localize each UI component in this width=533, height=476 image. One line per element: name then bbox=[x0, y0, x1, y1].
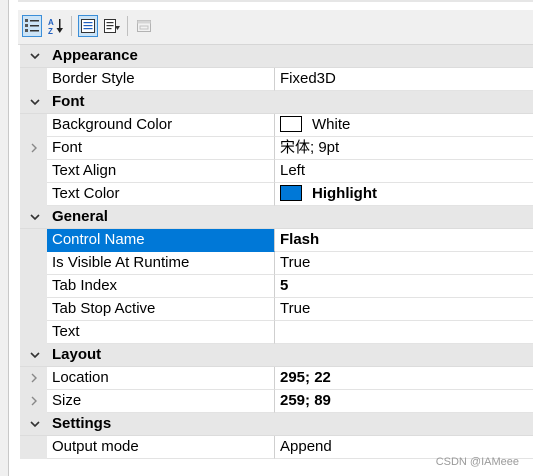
category-settings[interactable]: Settings bbox=[20, 413, 533, 436]
category-label: Settings bbox=[52, 415, 112, 432]
collapse-chevron-icon[interactable] bbox=[28, 95, 42, 109]
property-name[interactable]: Background Color bbox=[47, 114, 275, 137]
row-margin bbox=[20, 114, 47, 137]
collapse-chevron-icon[interactable] bbox=[28, 49, 42, 63]
property-row-tab-stop[interactable]: Tab Stop Active True bbox=[20, 298, 533, 321]
property-row-text-align[interactable]: Text Align Left bbox=[20, 160, 533, 183]
left-panel-divider bbox=[8, 0, 9, 476]
top-border bbox=[18, 0, 533, 2]
property-value[interactable]: Left bbox=[275, 160, 533, 183]
property-row-background-color[interactable]: Background Color White bbox=[20, 114, 533, 137]
svg-text:Z: Z bbox=[48, 27, 53, 35]
row-margin bbox=[20, 183, 47, 206]
property-name[interactable]: Font bbox=[47, 137, 275, 160]
row-margin bbox=[20, 252, 47, 275]
row-margin bbox=[20, 160, 47, 183]
property-name[interactable]: Is Visible At Runtime bbox=[47, 252, 275, 275]
property-value[interactable]: True bbox=[275, 298, 533, 321]
alphabetical-icon: A Z bbox=[48, 18, 63, 35]
collapse-chevron-icon[interactable] bbox=[28, 417, 42, 431]
property-value[interactable]: White bbox=[275, 114, 533, 137]
property-name[interactable]: Tab Stop Active bbox=[47, 298, 275, 321]
row-margin bbox=[20, 68, 47, 91]
category-layout[interactable]: Layout bbox=[20, 344, 533, 367]
property-value[interactable]: 295; 22 bbox=[275, 367, 533, 390]
color-swatch bbox=[280, 185, 302, 201]
category-label: Font bbox=[52, 93, 85, 110]
row-margin bbox=[20, 321, 47, 344]
row-margin bbox=[20, 137, 47, 160]
property-name[interactable]: Location bbox=[47, 367, 275, 390]
properties-button[interactable] bbox=[78, 15, 98, 37]
categorized-button[interactable] bbox=[22, 15, 42, 37]
property-name[interactable]: Text Color bbox=[47, 183, 275, 206]
property-value[interactable]: 259; 89 bbox=[275, 390, 533, 413]
property-row-location[interactable]: Location 295; 22 bbox=[20, 367, 533, 390]
svg-text:A: A bbox=[48, 18, 54, 27]
property-name[interactable]: Tab Index bbox=[47, 275, 275, 298]
expand-chevron-icon[interactable] bbox=[28, 142, 40, 154]
row-margin bbox=[20, 367, 47, 390]
categorized-icon bbox=[25, 19, 39, 32]
property-row-is-visible[interactable]: Is Visible At Runtime True bbox=[20, 252, 533, 275]
property-value[interactable]: True bbox=[275, 252, 533, 275]
color-value-text: White bbox=[312, 116, 351, 133]
property-name[interactable]: Size bbox=[47, 390, 275, 413]
property-row-text[interactable]: Text bbox=[20, 321, 533, 344]
property-pages-button[interactable] bbox=[134, 15, 154, 37]
property-name[interactable]: Border Style bbox=[47, 68, 275, 91]
property-row-text-color[interactable]: Text Color Highlight bbox=[20, 183, 533, 206]
category-label: General bbox=[52, 208, 108, 225]
properties-icon bbox=[81, 19, 95, 33]
category-label: Appearance bbox=[52, 47, 138, 64]
property-name[interactable]: Text Align bbox=[47, 160, 275, 183]
property-value[interactable]: Fixed3D bbox=[275, 68, 533, 91]
property-grid-toolbar: A Z bbox=[18, 10, 533, 45]
expand-chevron-icon[interactable] bbox=[28, 372, 40, 384]
color-swatch bbox=[280, 116, 302, 132]
property-grid: Appearance Border Style Fixed3D Font Bac… bbox=[20, 44, 533, 459]
row-margin bbox=[20, 275, 47, 298]
property-value[interactable]: Highlight bbox=[275, 183, 533, 206]
expand-chevron-icon[interactable] bbox=[28, 395, 40, 407]
property-row-control-name[interactable]: Control Name Flash bbox=[20, 229, 533, 252]
left-panel-edge bbox=[0, 0, 8, 476]
toolbar-separator bbox=[71, 16, 72, 36]
row-margin bbox=[20, 390, 47, 413]
events-button[interactable] bbox=[102, 15, 122, 37]
property-name-selected[interactable]: Control Name bbox=[47, 229, 275, 252]
category-appearance[interactable]: Appearance bbox=[20, 45, 533, 68]
row-margin bbox=[20, 229, 47, 252]
property-row-font[interactable]: Font 宋体; 9pt bbox=[20, 137, 533, 160]
row-margin bbox=[20, 436, 47, 459]
property-row-size[interactable]: Size 259; 89 bbox=[20, 390, 533, 413]
collapse-chevron-icon[interactable] bbox=[28, 348, 42, 362]
category-font[interactable]: Font bbox=[20, 91, 533, 114]
category-label: Layout bbox=[52, 346, 102, 363]
category-general[interactable]: General bbox=[20, 206, 533, 229]
events-icon bbox=[104, 19, 120, 33]
property-value[interactable] bbox=[275, 321, 533, 344]
alphabetical-button[interactable]: A Z bbox=[46, 15, 66, 37]
toolbar-separator bbox=[127, 16, 128, 36]
property-row-tab-index[interactable]: Tab Index 5 bbox=[20, 275, 533, 298]
property-pages-icon bbox=[137, 20, 151, 32]
collapse-chevron-icon[interactable] bbox=[28, 210, 42, 224]
property-value[interactable]: 5 bbox=[275, 275, 533, 298]
color-value-text: Highlight bbox=[312, 185, 377, 202]
row-margin bbox=[20, 298, 47, 321]
property-name[interactable]: Text bbox=[47, 321, 275, 344]
property-value[interactable]: Flash bbox=[275, 229, 533, 252]
property-name[interactable]: Output mode bbox=[47, 436, 275, 459]
property-value[interactable]: 宋体; 9pt bbox=[275, 137, 533, 160]
property-row-border-style[interactable]: Border Style Fixed3D bbox=[20, 68, 533, 91]
watermark: CSDN @IAMeee bbox=[435, 456, 519, 468]
